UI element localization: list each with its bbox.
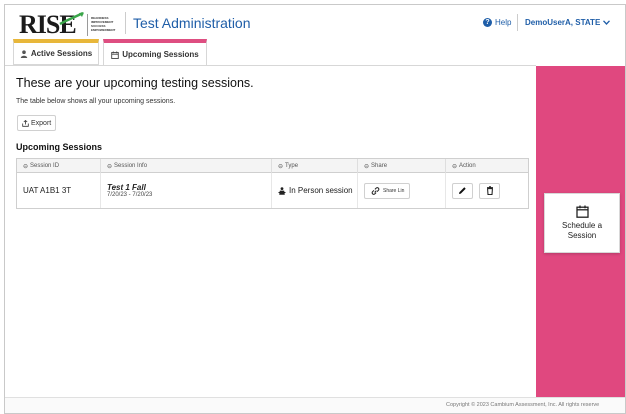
footer: Copyright © 2023 Cambium Assessment, Inc… [5,397,625,413]
edit-button[interactable] [452,182,473,199]
delete-button[interactable] [479,182,500,199]
schedule-label-line1: Schedule a [561,221,603,230]
upcoming-sessions-table: ⊖ Session ID ⊖ Session Info ⊖ Type ⊖ Share ⊖… [16,158,529,209]
page-subtitle: The table below shows all your upcoming … [16,98,176,105]
column-label: Action [459,163,476,169]
logo-divider [87,14,88,36]
user-menu[interactable]: DemoUserA, STATE [525,18,611,27]
rise-logo[interactable]: RISE READINESS IMPROVEMENT SUCCESS EMPOW… [19,10,125,40]
session-type-cell: In Person session [272,173,358,208]
logo-swoosh-icon [59,12,84,26]
action-cell [446,173,530,208]
help-link[interactable]: ? Help [483,18,511,27]
app-window: RISE READINESS IMPROVEMENT SUCCESS EMPOW… [4,4,626,414]
tab-label: Active Sessions [30,49,93,58]
section-heading: Upcoming Sessions [16,142,103,152]
share-label: Share Lin [383,187,405,194]
sort-icon: ⊖ [364,163,370,170]
column-header-session-id[interactable]: ⊖ Session ID [17,159,101,173]
tab-active-sessions[interactable]: Active Sessions [13,39,99,65]
logo-subtext: READINESS IMPROVEMENT SUCCESS EMPOWERMEN… [91,16,127,32]
main-content: These are your upcoming testing sessions… [5,66,536,406]
tab-upcoming-sessions[interactable]: Upcoming Sessions [103,39,207,66]
link-icon [371,186,380,195]
in-person-icon [278,186,286,195]
app-title: Test Administration [133,15,251,31]
column-header-share[interactable]: ⊖ Share [358,159,446,173]
tab-label: Upcoming Sessions [122,50,199,59]
session-name: Test 1 Fall [107,183,146,192]
header-separator [517,14,518,31]
logo-subtext-line: EMPOWERMENT [91,28,116,32]
sort-icon: ⊖ [107,163,113,170]
session-dates: 7/20/23 - 7/20/23 [107,192,153,198]
pencil-icon [459,187,466,194]
calendar-icon [575,205,589,218]
page-title: These are your upcoming testing sessions… [16,76,254,90]
column-header-action[interactable]: ⊖ Action [446,159,530,173]
calendar-icon [111,51,120,59]
share-link-button[interactable]: Share Lin [364,182,411,199]
session-type: In Person session [289,186,353,195]
copyright-text: Copyright © 2023 Cambium Assessment, Inc… [446,402,600,408]
export-button[interactable]: Export [17,115,57,131]
person-icon [20,49,28,58]
chevron-down-icon [603,20,611,25]
sort-icon: ⊖ [278,163,284,170]
export-label: Export [31,119,52,127]
question-icon: ? [483,18,492,27]
sort-icon: ⊖ [23,163,29,170]
user-label: DemoUserA, STATE [525,18,601,27]
column-header-type[interactable]: ⊖ Type [272,159,358,173]
trash-icon [486,186,493,195]
export-icon [22,119,29,127]
column-label: Share [371,163,388,169]
table-header: ⊖ Session ID ⊖ Session Info ⊖ Type ⊖ Share ⊖… [17,159,528,173]
schedule-session-button[interactable]: Schedule a Session [544,193,620,253]
share-cell: Share Lin [358,173,446,208]
header-divider [125,12,126,34]
schedule-label-line2: Session [567,231,597,240]
session-info-cell: Test 1 Fall 7/20/23 - 7/20/23 [101,173,272,208]
sort-icon: ⊖ [452,163,458,170]
table-row: UAT A1B1 3T Test 1 Fall 7/20/23 - 7/20/2… [17,173,528,208]
column-label: Session Info [114,163,148,169]
help-label: Help [495,18,512,27]
column-label: Session ID [30,163,60,169]
session-id-cell: UAT A1B1 3T [17,173,101,208]
column-header-session-info[interactable]: ⊖ Session Info [101,159,272,173]
column-label: Type [285,163,299,169]
